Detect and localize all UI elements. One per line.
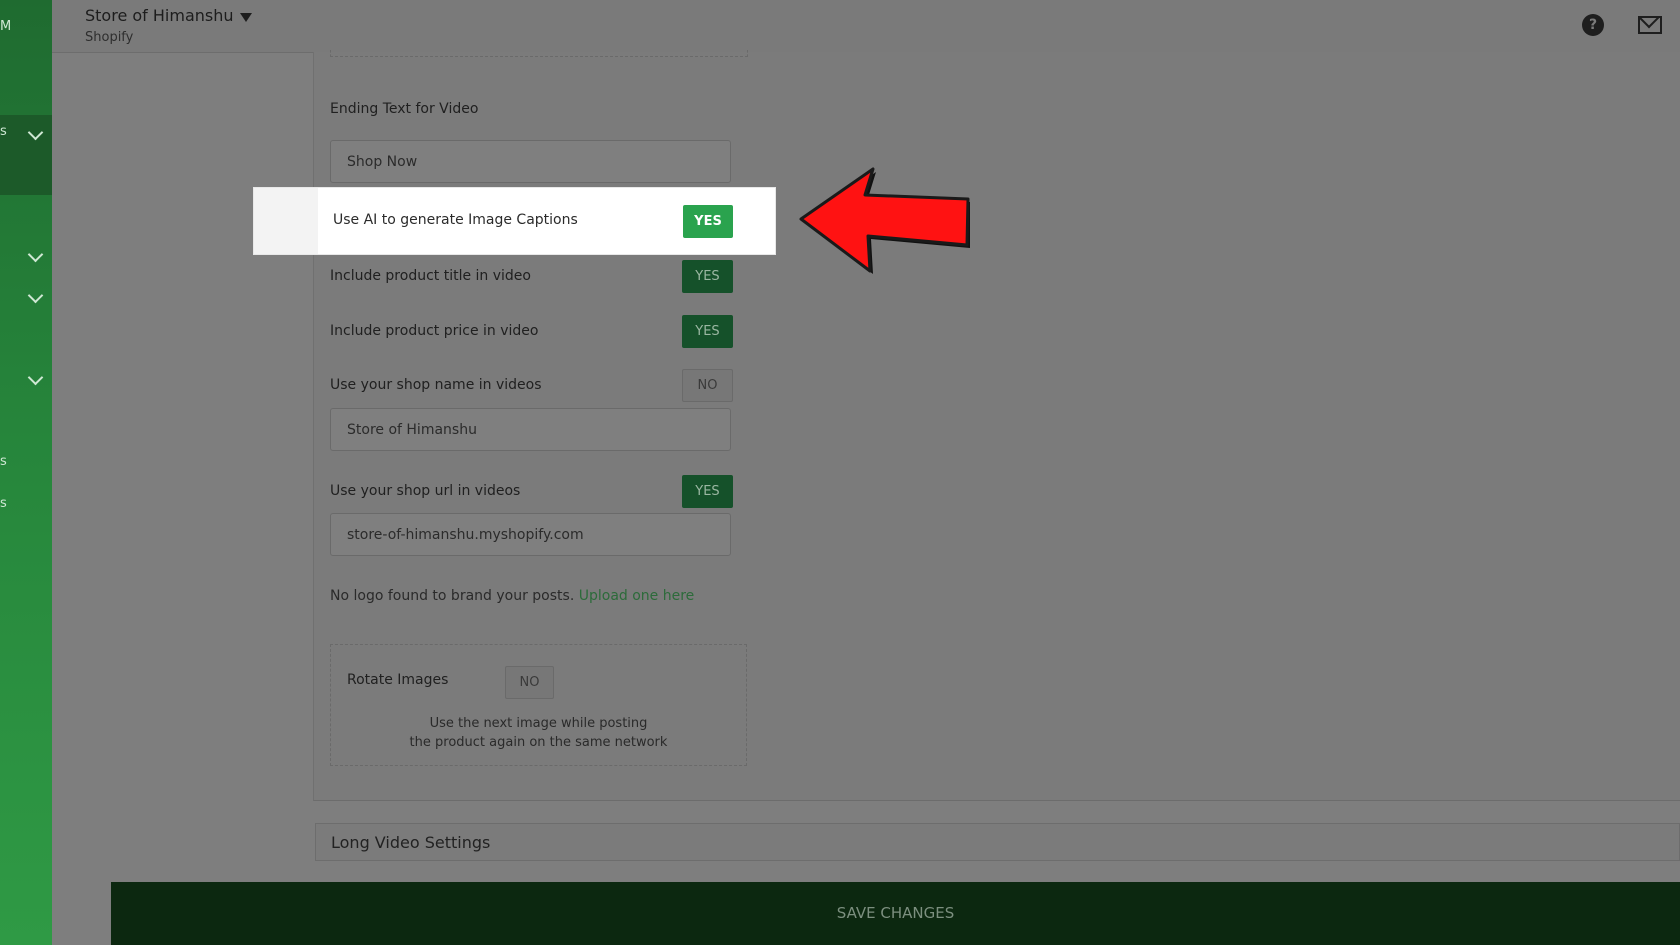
- rotate-images-help: Use the next image while posting the pro…: [331, 714, 746, 752]
- sidebar-active-band: [0, 115, 52, 195]
- rotate-help-line: Use the next image while posting: [429, 716, 648, 731]
- long-video-settings-title: Long Video Settings: [331, 833, 491, 852]
- help-icon[interactable]: ?: [1582, 14, 1604, 36]
- upload-logo-link[interactable]: Upload one here: [579, 588, 695, 604]
- store-platform: Shopify: [85, 30, 134, 45]
- sidebar-item-label[interactable]: s: [0, 454, 7, 469]
- product-price-label: Include product price in video: [330, 323, 539, 339]
- save-changes-button[interactable]: SAVE CHANGES: [111, 882, 1680, 945]
- top-header: Store of Himanshu Shopify ?: [52, 0, 1680, 53]
- ai-captions-toggle[interactable]: YES: [683, 205, 733, 238]
- logo-note: No logo found to brand your posts. Uploa…: [330, 588, 694, 604]
- chevron-down-icon[interactable]: [27, 287, 44, 304]
- product-title-label: Include product title in video: [330, 268, 531, 284]
- ai-captions-row-highlight: Use AI to generate Image Captions YES: [254, 188, 775, 254]
- ai-captions-label: Use AI to generate Image Captions: [333, 212, 578, 228]
- shop-url-input[interactable]: store-of-himanshu.myshopify.com: [330, 513, 731, 556]
- sidebar-item-label[interactable]: s: [0, 496, 7, 511]
- product-price-toggle[interactable]: YES: [682, 315, 733, 348]
- mail-icon[interactable]: [1638, 16, 1662, 34]
- shop-url-toggle[interactable]: YES: [682, 475, 733, 508]
- rotate-images-toggle[interactable]: NO: [505, 666, 554, 699]
- ending-text-label: Ending Text for Video: [330, 101, 479, 117]
- previous-field-edge: [330, 50, 748, 57]
- long-video-settings-section[interactable]: Long Video Settings: [315, 823, 1680, 861]
- sidebar-logo-fragment: M: [0, 19, 12, 34]
- chevron-down-icon[interactable]: [27, 246, 44, 263]
- rotate-help-line: the product again on the same network: [409, 735, 668, 750]
- logo-note-text: No logo found to brand your posts.: [330, 588, 575, 604]
- shop-name-toggle[interactable]: NO: [682, 369, 733, 402]
- rotate-images-box: Rotate Images NO Use the next image whil…: [330, 644, 747, 766]
- chevron-down-icon[interactable]: [27, 369, 44, 386]
- highlight-strip: [254, 188, 318, 254]
- rotate-images-label: Rotate Images: [347, 672, 449, 688]
- caret-down-icon[interactable]: [240, 13, 252, 22]
- arrow-shape: [799, 167, 970, 273]
- store-selector[interactable]: Store of Himanshu: [85, 6, 234, 25]
- red-arrow-annotation: [799, 167, 970, 274]
- shop-url-label: Use your shop url in videos: [330, 483, 521, 499]
- sidebar-item-label[interactable]: s: [0, 124, 7, 139]
- ending-text-input[interactable]: Shop Now: [330, 140, 731, 183]
- shop-name-input[interactable]: Store of Himanshu: [330, 408, 731, 451]
- shop-name-label: Use your shop name in videos: [330, 377, 542, 393]
- product-title-toggle[interactable]: YES: [682, 260, 733, 293]
- sidebar: M s s s: [0, 0, 52, 945]
